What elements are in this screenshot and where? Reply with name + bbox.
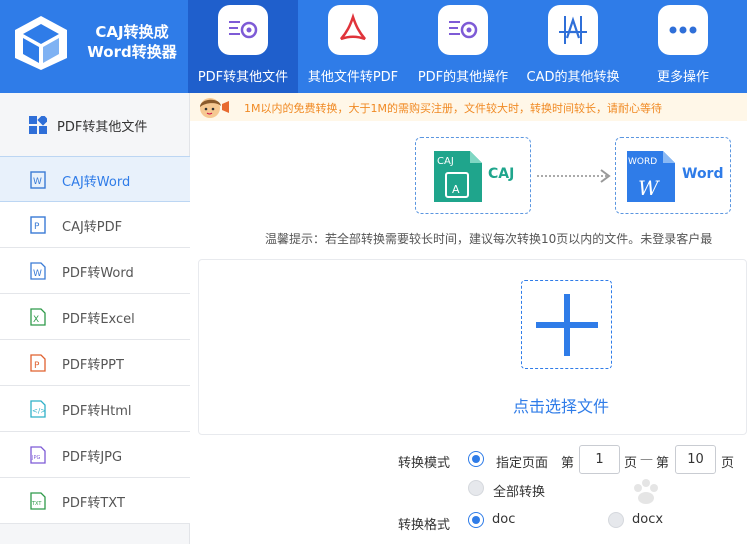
acrobat-icon bbox=[328, 5, 378, 55]
target-format-box: W WORD Word bbox=[615, 137, 731, 214]
caj-file-icon: A CAJ bbox=[434, 151, 482, 202]
svg-text:TXT: TXT bbox=[31, 501, 42, 507]
source-format-label: CAJ bbox=[488, 166, 515, 182]
pdf-doc-icon: P bbox=[30, 216, 46, 234]
top-header: CAJ转换成 Word转换器 PDF转其他文件 其他文件转PDF PDF的其他操… bbox=[0, 0, 747, 93]
nav-pdf-to-other[interactable]: PDF转其他文件 bbox=[188, 0, 298, 93]
sidebar-item-pdf-txt[interactable]: TXT PDF转TXT bbox=[0, 478, 190, 524]
sidebar-item-label: PDF转PPT bbox=[62, 358, 124, 373]
plus-icon bbox=[536, 294, 598, 356]
format-doc-radio[interactable] bbox=[468, 512, 484, 528]
conversion-arrow-line bbox=[537, 175, 607, 177]
nav-label: PDF的其他操作 bbox=[417, 70, 509, 85]
word-file-icon: W bbox=[30, 262, 46, 280]
pdf-gear-icon bbox=[218, 5, 268, 55]
nav-label: PDF转其他文件 bbox=[197, 70, 289, 85]
mode-all-radio[interactable] bbox=[468, 480, 484, 496]
svg-text:A: A bbox=[452, 183, 460, 196]
page-prefix-to: 第 bbox=[656, 456, 670, 471]
app-logo-icon bbox=[15, 16, 67, 70]
sidebar: PDF转其他文件 W CAJ转Word P CAJ转PDF W PDF转Word… bbox=[0, 93, 190, 544]
notice-text: 1M以内的免费转换，大于1M的需购买注册，文件较大时，转换时间较长，请耐心等待 bbox=[244, 102, 662, 115]
sidebar-item-pdf-excel[interactable]: X PDF转Excel bbox=[0, 294, 190, 340]
cad-icon bbox=[548, 5, 598, 55]
page-to-input[interactable]: 10 bbox=[675, 445, 716, 474]
pdf-settings-icon bbox=[438, 5, 488, 55]
grid-icon bbox=[29, 116, 47, 134]
mode-page-radio[interactable] bbox=[468, 451, 484, 467]
sidebar-item-caj-word[interactable]: W CAJ转Word bbox=[0, 156, 190, 202]
page-prefix-from: 第 bbox=[561, 456, 575, 471]
page-from-input[interactable]: 1 bbox=[579, 445, 620, 474]
sidebar-item-pdf-word[interactable]: W PDF转Word bbox=[0, 248, 190, 294]
page-suffix-to: 页 bbox=[721, 456, 735, 471]
sidebar-item-pdf-jpg[interactable]: JPG PDF转JPG bbox=[0, 432, 190, 478]
sidebar-item-label: PDF转Html bbox=[62, 404, 132, 419]
target-format-label: Word bbox=[682, 166, 724, 182]
notice-bar: 1M以内的免费转换，大于1M的需购买注册，文件较大时，转换时间较长，请耐心等待 bbox=[190, 93, 747, 121]
nav-label: 更多操作 bbox=[656, 70, 709, 85]
ppt-file-icon: P bbox=[30, 354, 46, 372]
app-title-line2: Word转换器 bbox=[87, 43, 177, 61]
more-dots-icon bbox=[658, 5, 708, 55]
nav-pdf-other-ops[interactable]: PDF的其他操作 bbox=[408, 0, 518, 93]
mode-page-label: 指定页面 bbox=[496, 456, 549, 471]
file-drop-area[interactable] bbox=[198, 259, 747, 435]
app-title: CAJ转换成 Word转换器 bbox=[78, 22, 186, 62]
sidebar-item-pdf-html[interactable]: </> PDF转Html bbox=[0, 386, 190, 432]
nav-cad-convert[interactable]: CAD的其他转换 bbox=[518, 0, 628, 93]
format-doc-label: doc bbox=[492, 512, 516, 527]
tip-text: 温馨提示：若全部转换需要较长时间，建议每次转换10页以内的文件。未登录客户最 bbox=[265, 232, 713, 246]
svg-text:X: X bbox=[33, 315, 39, 325]
select-file-link[interactable]: 点击选择文件 bbox=[513, 393, 609, 417]
add-file-button[interactable] bbox=[521, 280, 612, 369]
source-format-box: A CAJ CAJ bbox=[415, 137, 531, 214]
nav-more[interactable]: 更多操作 bbox=[628, 0, 738, 93]
sidebar-header: PDF转其他文件 bbox=[0, 93, 190, 156]
svg-text:</>: </> bbox=[32, 407, 46, 415]
sidebar-item-label: CAJ转PDF bbox=[62, 220, 123, 235]
excel-file-icon: X bbox=[30, 308, 46, 326]
page-suffix-from: 页 bbox=[624, 456, 638, 471]
girl-avatar-icon bbox=[200, 98, 229, 118]
svg-text:P: P bbox=[34, 361, 40, 371]
word-doc-icon: W bbox=[30, 171, 46, 189]
sidebar-item-label: PDF转Excel bbox=[62, 312, 135, 327]
baidu-watermark-icon bbox=[634, 479, 658, 504]
sidebar-item-label: PDF转Word bbox=[62, 266, 134, 281]
word-badge: WORD bbox=[628, 157, 657, 167]
page-range-dash: — bbox=[640, 452, 653, 467]
html-file-icon: </> bbox=[30, 400, 46, 418]
jpg-file-icon: JPG bbox=[30, 446, 46, 464]
format-label: 转换格式 bbox=[398, 518, 451, 533]
chevron-right-icon bbox=[600, 169, 611, 183]
sidebar-item-label: CAJ转Word bbox=[62, 175, 131, 190]
mode-label: 转换模式 bbox=[398, 456, 451, 471]
svg-text:JPG: JPG bbox=[31, 455, 40, 461]
brand: CAJ转换成 Word转换器 bbox=[0, 0, 190, 93]
svg-text:W: W bbox=[33, 269, 42, 279]
sidebar-item-pdf-ppt[interactable]: P PDF转PPT bbox=[0, 340, 190, 386]
mode-all-label: 全部转换 bbox=[493, 485, 546, 500]
app-title-line1: CAJ转换成 bbox=[95, 23, 169, 41]
sidebar-item-caj-pdf[interactable]: P CAJ转PDF bbox=[0, 202, 190, 248]
nav-label: CAD的其他转换 bbox=[526, 70, 620, 85]
txt-file-icon: TXT bbox=[30, 492, 46, 510]
svg-text:W: W bbox=[638, 176, 660, 200]
svg-text:P: P bbox=[34, 222, 40, 232]
svg-text:W: W bbox=[33, 177, 42, 187]
sidebar-item-label: PDF转TXT bbox=[62, 496, 125, 511]
nav-other-to-pdf[interactable]: 其他文件转PDF bbox=[298, 0, 408, 93]
sidebar-item-label: PDF转JPG bbox=[62, 450, 123, 465]
caj-badge: CAJ bbox=[437, 156, 454, 167]
nav-label: 其他文件转PDF bbox=[307, 70, 399, 85]
sidebar-header-label: PDF转其他文件 bbox=[57, 120, 148, 135]
word-format-icon: W WORD bbox=[627, 151, 675, 202]
